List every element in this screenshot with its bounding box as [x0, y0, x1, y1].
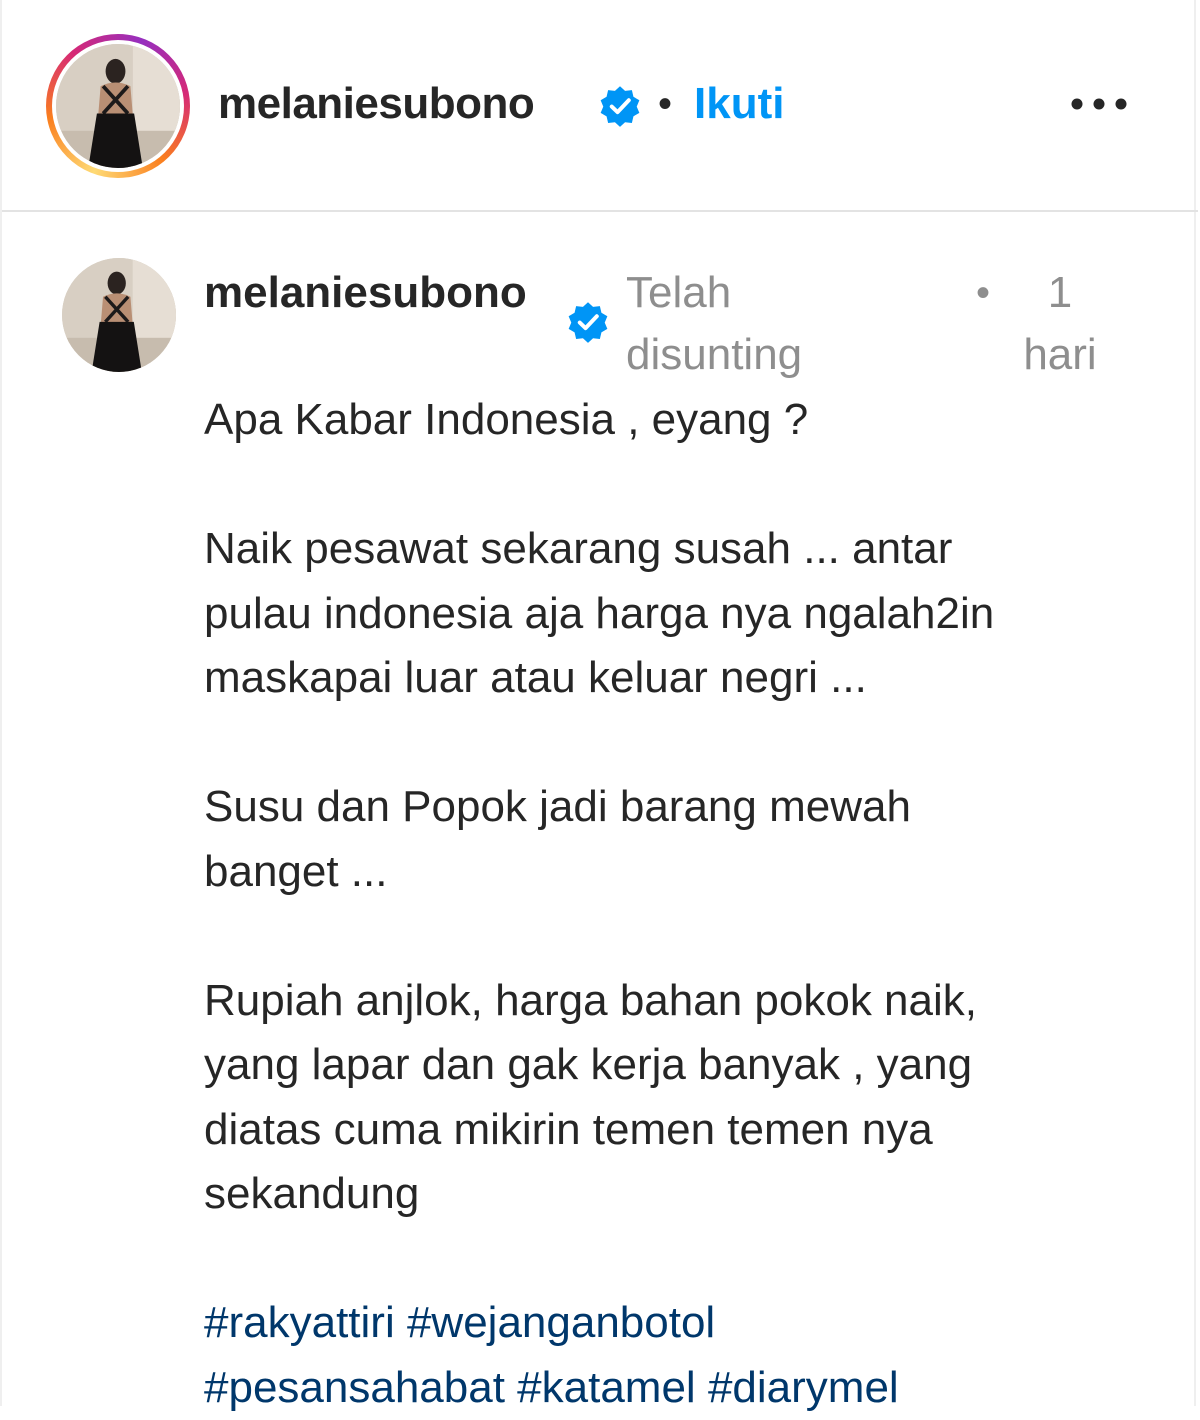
hashtag-link[interactable]: #katamel [517, 1363, 696, 1412]
caption-paragraph: Naik pesawat sekarang susah ... antar pu… [204, 517, 1164, 711]
timestamp[interactable]: 1 hari [1012, 262, 1108, 386]
caption-line: diatas cuma mikirin temen temen nya [204, 1104, 933, 1154]
caption-line: Apa Kabar Indonesia , eyang ? [204, 395, 809, 444]
edited-label: Telah disunting [626, 268, 803, 379]
hashtag-link[interactable]: #diarymel [708, 1363, 899, 1412]
hashtag-link[interactable]: #rakyattiri [204, 1298, 395, 1347]
avatar-photo [56, 44, 180, 168]
avatar-photo [62, 258, 176, 372]
caption-line: banget ... [204, 846, 388, 896]
verified-badge-icon [568, 302, 608, 343]
more-options-button[interactable] [1066, 84, 1132, 124]
header-username[interactable]: melaniesubono [218, 74, 535, 134]
caption-paragraph: Susu dan Popok jadi barang mewah banget … [204, 775, 1164, 904]
caption-username[interactable]: melaniesubono [204, 262, 556, 324]
caption-avatar[interactable] [62, 258, 176, 372]
hashtag-list: #rakyattiri #wejanganbotol #pesansahabat… [204, 1291, 1164, 1420]
caption-line: Naik pesawat sekarang susah ... antar [204, 524, 953, 573]
caption-paragraph: Apa Kabar Indonesia , eyang ? [204, 388, 1164, 453]
caption-line: sekandung [204, 1169, 420, 1218]
caption-line: yang lapar dan gak kerja banyak , yang [204, 1040, 973, 1089]
caption-line: Susu dan Popok jadi barang mewah [204, 782, 911, 831]
post-panel: melaniesubono • Ikuti melaniesubono Tela… [0, 0, 1198, 1412]
caption-text: Apa Kabar Indonesia , eyang ? Naik pesaw… [204, 388, 1164, 1420]
separator-dot: • [658, 82, 673, 126]
post-header: melaniesubono • Ikuti [2, 0, 1198, 212]
hashtag-link[interactable]: #wejanganbotol [407, 1298, 715, 1347]
verified-badge-icon [600, 86, 640, 127]
caption-line: maskapai luar atau keluar negri ... [204, 653, 867, 702]
caption-line: Rupiah anjlok, harga bahan pokok naik, [204, 975, 977, 1025]
more-horizontal-icon [1071, 98, 1127, 110]
avatar[interactable] [56, 44, 180, 168]
separator-dot: • [976, 271, 991, 315]
caption-line: pulau indonesia aja harga nya ngalah2in [204, 588, 995, 638]
hashtag-link[interactable]: #pesansahabat [204, 1363, 505, 1412]
story-ring[interactable] [46, 34, 190, 178]
caption-paragraph: Rupiah anjlok, harga bahan pokok naik, y… [204, 969, 1164, 1227]
follow-button[interactable]: Ikuti [694, 74, 784, 134]
